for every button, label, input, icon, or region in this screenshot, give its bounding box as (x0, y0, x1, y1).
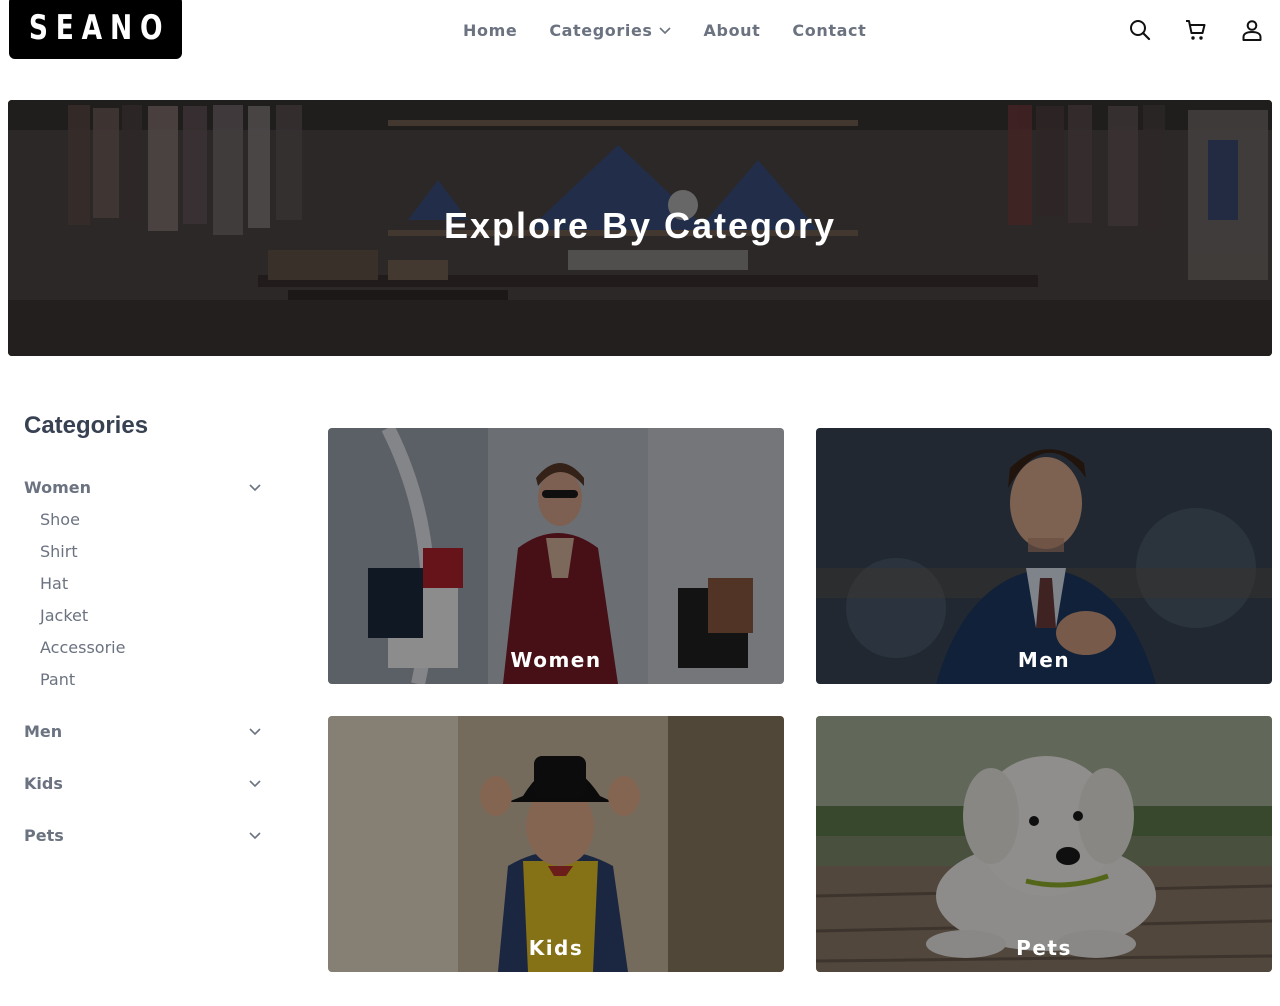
sidebar-category-kids: Kids (24, 770, 266, 796)
sidebar-category-men: Men (24, 718, 266, 744)
sidebar-subcategory-shirt[interactable]: Shirt (40, 536, 266, 568)
sidebar-title: Categories (24, 412, 149, 439)
sidebar-subcategory-jacket[interactable]: Jacket (40, 600, 266, 632)
category-card-men[interactable]: Men (816, 428, 1272, 684)
search-icon[interactable] (1127, 17, 1153, 43)
sidebar-category-label: Pets (24, 825, 64, 845)
nav-categories-label: Categories (549, 20, 653, 40)
nav-home[interactable]: Home (463, 18, 517, 42)
nav-home-label: Home (463, 20, 518, 40)
category-card-label: Women (510, 648, 602, 672)
main-nav: Home Categories About Contact (463, 18, 866, 42)
sidebar-category-kids-toggle[interactable]: Kids (24, 770, 266, 796)
sidebar-subcategory-accessorie[interactable]: Accessorie (40, 632, 266, 664)
card-overlay (816, 428, 1272, 684)
sidebar-subcategory-shoe[interactable]: Shoe (40, 504, 266, 536)
sidebar-category-label: Men (24, 721, 63, 741)
sidebar-category-men-toggle[interactable]: Men (24, 718, 266, 744)
hero-title: Explore By Category (443, 205, 837, 246)
header-icons (1127, 17, 1265, 43)
category-card-label: Pets (1016, 936, 1072, 960)
sidebar-category-pets: Pets (24, 822, 266, 848)
nav-about-label: About (703, 20, 761, 40)
nav-categories[interactable]: Categories (549, 18, 671, 42)
sidebar-category-label: Kids (24, 773, 63, 793)
chevron-down-icon (658, 23, 672, 37)
brand-logo-text: SEANO (28, 7, 171, 48)
nav-contact[interactable]: Contact (792, 18, 866, 42)
chevron-down-icon (248, 828, 262, 842)
category-card-pets[interactable]: Pets (816, 716, 1272, 972)
sidebar-subcategory-hat[interactable]: Hat (40, 568, 266, 600)
user-icon[interactable] (1239, 17, 1265, 43)
nav-about[interactable]: About (704, 18, 761, 42)
category-sidebar: Categories Women Shoe Shirt Hat Jacket A… (24, 412, 266, 848)
sidebar-subcategory-pant[interactable]: Pant (40, 664, 266, 696)
category-card-label: Kids (528, 936, 584, 960)
cart-icon[interactable] (1183, 17, 1209, 43)
card-overlay (328, 428, 784, 684)
category-card-kids[interactable]: Kids (328, 716, 784, 972)
category-card-label: Men (1017, 648, 1071, 672)
hero-banner: Explore By Category (8, 100, 1272, 356)
sidebar-subcategory-list: Shoe Shirt Hat Jacket Accessorie Pant (24, 504, 266, 696)
site-header: SEANO Home Categories About Contact (0, 0, 1280, 60)
sidebar-category-women: Women Shoe Shirt Hat Jacket Accessorie P… (24, 474, 266, 696)
sidebar-category-women-toggle[interactable]: Women (24, 474, 266, 500)
chevron-down-icon (248, 480, 262, 494)
nav-contact-label: Contact (792, 20, 867, 40)
chevron-down-icon (248, 724, 262, 738)
brand-logo[interactable]: SEANO (9, 0, 182, 59)
sidebar-category-label: Women (24, 477, 91, 497)
card-overlay (816, 716, 1272, 972)
sidebar-category-pets-toggle[interactable]: Pets (24, 822, 266, 848)
card-overlay (328, 716, 784, 972)
category-card-women[interactable]: Women (328, 428, 784, 684)
chevron-down-icon (248, 776, 262, 790)
